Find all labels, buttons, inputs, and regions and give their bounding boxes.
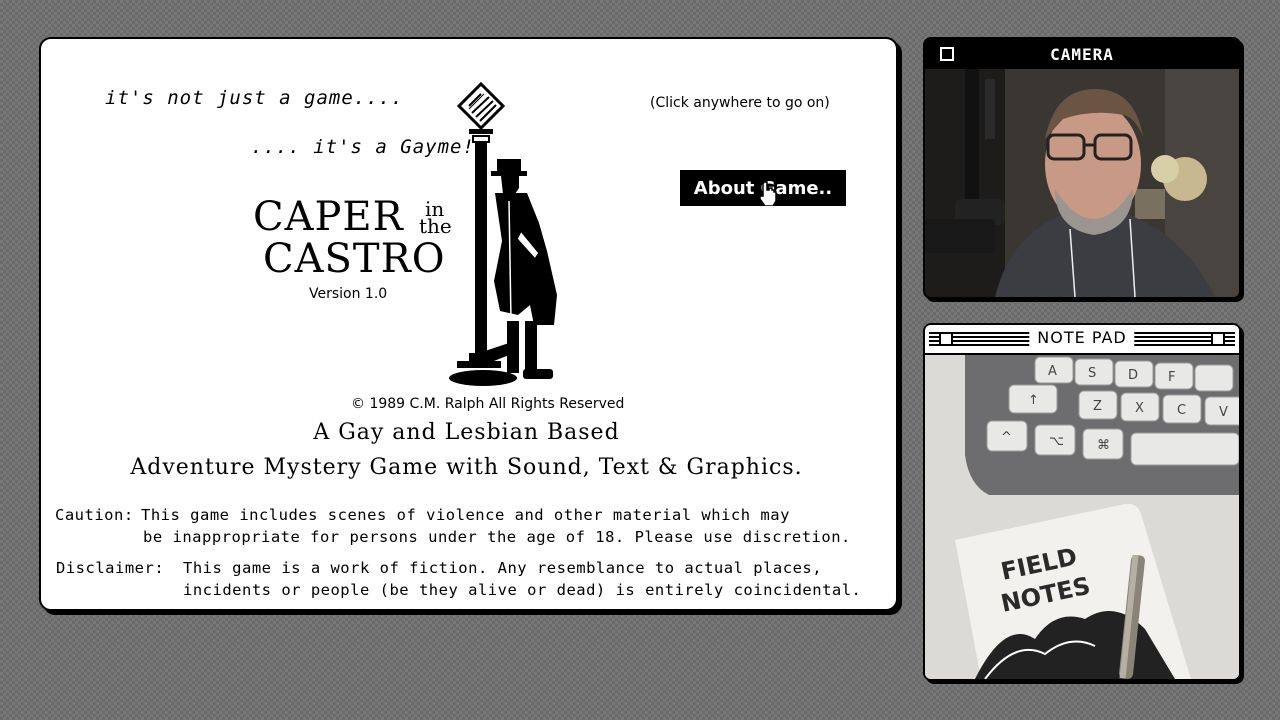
notepad-title: NOTE PAD: [1029, 327, 1135, 349]
tagline-1: it's not just a game....: [105, 87, 404, 109]
notepad-panel: NOTE PAD A S D F ↑ Z X C V ^ ⌥ ⌘ FIELD N…: [923, 323, 1241, 681]
title-castro: CASTRO: [263, 236, 446, 282]
camera-panel: CAMERA: [923, 37, 1241, 299]
disclaimer-label: Disclaimer:: [56, 559, 165, 577]
keycap-option: ⌥: [1049, 434, 1064, 449]
webcam-feed-image: [925, 69, 1239, 297]
notepad-photo-image: A S D F ↑ Z X C V ^ ⌥ ⌘ FIELD NOTES: [925, 355, 1239, 679]
caution-label: Caution:: [55, 506, 134, 524]
notepad-titlebar: NOTE PAD: [925, 325, 1239, 355]
keycap-command: ⌘: [1097, 438, 1110, 453]
disclaimer-line-2: incidents or people (be they alive or de…: [183, 581, 862, 599]
keycap-d: D: [1128, 368, 1138, 383]
title-the: the: [419, 214, 452, 238]
title-caper: CAPER: [253, 194, 404, 240]
detective-lamppost-illustration: [449, 81, 557, 386]
keycap-x: X: [1135, 401, 1144, 416]
close-box-icon[interactable]: [940, 47, 954, 61]
game-window[interactable]: it's not just a game.... .... it's a Gay…: [39, 37, 898, 611]
camera-titlebar: CAMERA: [925, 39, 1239, 69]
close-box-icon[interactable]: [939, 332, 953, 346]
caution-line-1: This game includes scenes of violence an…: [141, 506, 790, 524]
zoom-box-icon[interactable]: [1211, 332, 1225, 346]
headline-line-2: Adventure Mystery Game with Sound, Text …: [130, 455, 803, 480]
keycap-control: ^: [1001, 430, 1012, 445]
keycap-s: S: [1088, 366, 1096, 381]
tagline-2: .... it's a Gayme!: [251, 136, 475, 158]
hand-cursor-icon: [759, 181, 777, 206]
keycap-shift: ↑: [1028, 393, 1039, 408]
keycap-a: A: [1048, 364, 1057, 379]
caution-line-2: be inappropriate for persons under the a…: [143, 528, 851, 546]
camera-title: CAMERA: [1050, 44, 1114, 64]
keycap-f: F: [1168, 370, 1175, 385]
copyright-notice: © 1989 C.M. Ralph All Rights Reserved: [351, 396, 625, 412]
disclaimer-line-1: This game is a work of fiction. Any rese…: [183, 559, 823, 577]
version-label: Version 1.0: [309, 286, 388, 302]
keycap-z: Z: [1093, 399, 1102, 414]
keycap-v: V: [1219, 405, 1228, 420]
headline-line-1: A Gay and Lesbian Based: [313, 420, 620, 445]
keycap-c: C: [1177, 403, 1186, 418]
click-hint: (Click anywhere to go on): [650, 95, 830, 111]
